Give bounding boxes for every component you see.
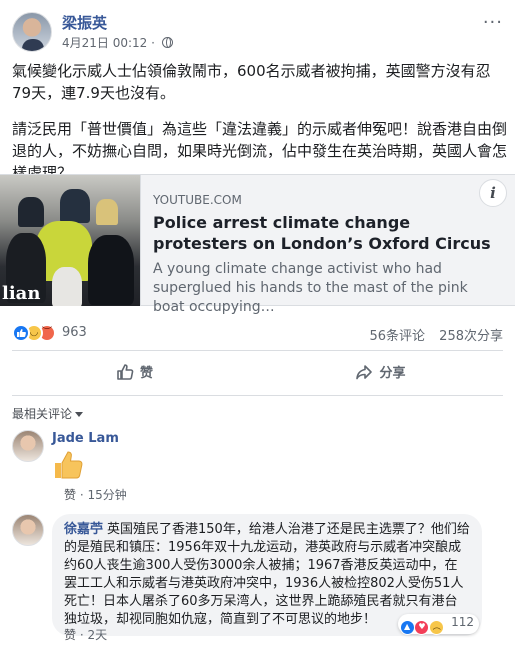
comment-sort-label: 最相关评论 xyxy=(12,407,73,421)
reaction-count[interactable]: 963 xyxy=(62,325,87,340)
comment-like-link[interactable]: 赞 xyxy=(64,488,76,502)
comment-text: 英国殖民了香港150年，给港人治港了还是民主选票了？他们给的是殖民和镇压：195… xyxy=(64,522,470,627)
like-button-label: 赞 xyxy=(139,366,153,381)
link-preview-card[interactable]: lian YOUTUBE.COM Police arrest climate c… xyxy=(0,174,515,315)
thumbs-up-icon xyxy=(117,364,134,380)
link-thumbnail[interactable]: lian xyxy=(0,175,140,306)
comment-count[interactable]: 56条评论 xyxy=(369,329,425,344)
share-button[interactable]: 分享 xyxy=(258,357,503,391)
post-meta: 4月21日 00:12 · xyxy=(62,34,173,51)
like-icon: ▲ xyxy=(399,620,415,635)
divider xyxy=(12,395,503,396)
comment-time[interactable]: 2天 xyxy=(87,628,107,642)
share-arrow-icon xyxy=(356,365,373,380)
comment-reactions[interactable]: ▲ ♥ ︵ 112 xyxy=(397,614,479,635)
commenter-avatar[interactable] xyxy=(12,514,44,546)
post-actions: 赞 分享 xyxy=(12,357,503,391)
more-options-icon[interactable]: ··· xyxy=(483,12,503,33)
post-paragraph: 氣候變化示威人士佔領倫敦鬧市，600名示威者被拘捕，英國警方沒有忍79天，連7.… xyxy=(12,62,491,102)
author-name[interactable]: 梁振英 xyxy=(62,12,107,33)
link-domain: YOUTUBE.COM xyxy=(153,193,242,207)
share-count[interactable]: 258次分享 xyxy=(439,329,503,344)
commenter-name[interactable]: 徐嘉苧 xyxy=(64,522,103,537)
sad-icon: ︵ xyxy=(429,620,445,635)
info-icon[interactable]: i xyxy=(479,179,507,207)
commenter-name[interactable]: Jade Lam xyxy=(52,431,119,446)
post-timestamp[interactable]: 4月21日 00:12 xyxy=(62,36,147,50)
meta-separator: · xyxy=(151,36,155,50)
reactions-summary: ◡ ︶ 963 56条评论 258次分享 xyxy=(12,322,503,344)
comment-like-link[interactable]: 赞 xyxy=(64,628,76,642)
author-avatar[interactable] xyxy=(12,12,52,52)
comment-item: 徐嘉苧 英国殖民了香港150年，给港人治港了还是民主选票了？他们给的是殖民和镇压：… xyxy=(12,514,503,642)
caret-down-icon xyxy=(75,412,84,417)
like-button[interactable]: 赞 xyxy=(12,357,257,391)
commenter-avatar[interactable] xyxy=(12,430,44,462)
divider xyxy=(12,350,503,351)
love-icon: ♥ xyxy=(414,620,430,635)
comment-reaction-count: 112 xyxy=(451,615,474,629)
comment-time[interactable]: 15分钟 xyxy=(87,488,126,502)
like-icon[interactable] xyxy=(12,324,30,342)
link-card-text[interactable]: YOUTUBE.COM Police arrest climate change… xyxy=(140,175,515,315)
thumbs-up-sticker-icon xyxy=(55,451,83,479)
comment-actions: 赞 · 15分钟 xyxy=(64,486,127,503)
comment-sort-dropdown[interactable]: 最相关评论 xyxy=(12,405,84,422)
thumbnail-watermark: lian xyxy=(2,283,41,304)
engagement-counts: 56条评论 258次分享 xyxy=(359,325,503,344)
comment-item: Jade Lam 赞 · 15分钟 xyxy=(12,430,503,503)
link-title[interactable]: Police arrest climate change protesters … xyxy=(153,212,503,254)
link-description: A young climate change activist who had … xyxy=(153,261,468,315)
comment-actions: 赞 · 2天 xyxy=(64,626,107,643)
post-header: 梁振英 4月21日 00:12 · ··· xyxy=(12,8,507,52)
globe-icon xyxy=(161,37,173,48)
share-button-label: 分享 xyxy=(379,366,406,381)
